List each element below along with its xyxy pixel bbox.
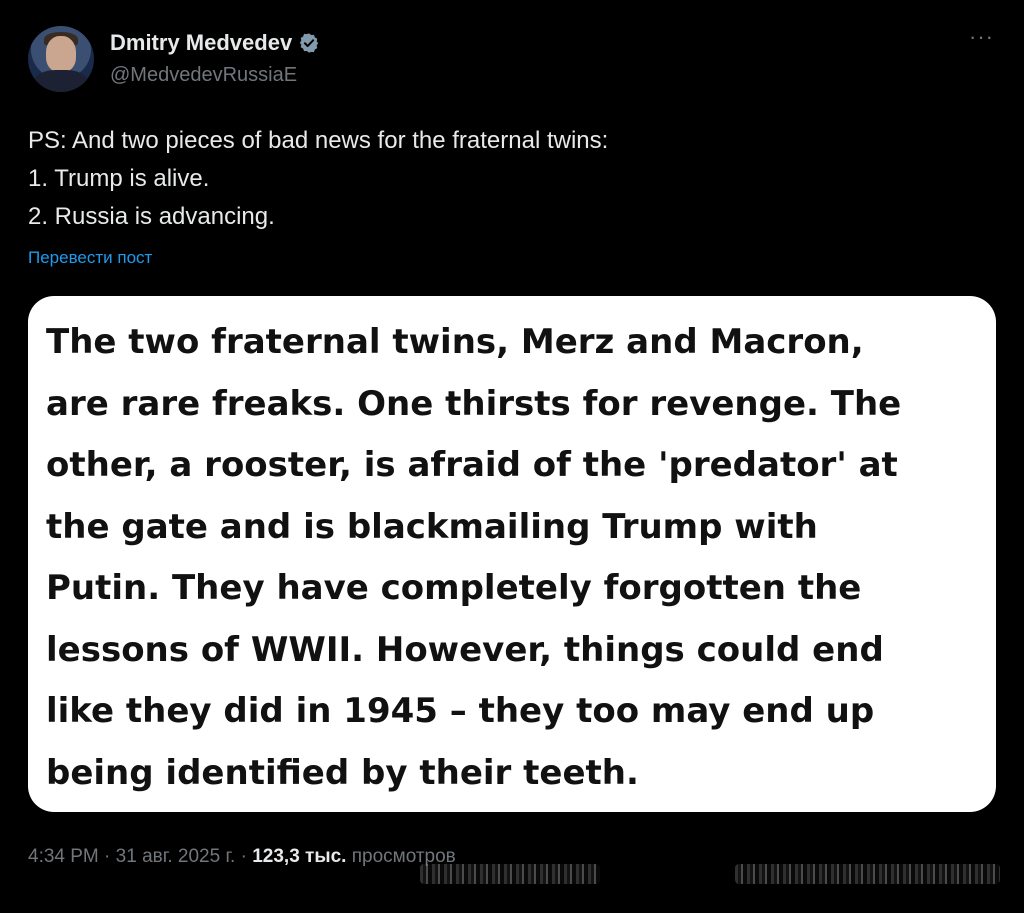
image-text-line: the gate and is blackmailing Trump with — [46, 506, 818, 547]
more-options-icon[interactable]: ··· — [969, 26, 994, 48]
avatar-face — [46, 36, 76, 72]
image-text-line: The two fraternal twins, Merz and Macron… — [46, 322, 864, 362]
author-name-row: Dmitry Medvedev — [110, 30, 320, 56]
post-date[interactable]: 31 авг. 2025 г. — [116, 846, 236, 867]
image-text-line: lessons of WWII. However, things could e… — [46, 629, 884, 670]
author-handle[interactable]: @MedvedevRussiaE — [110, 64, 297, 87]
image-text-line: like they did in 1945 – they too may end… — [46, 691, 875, 731]
author-display-name[interactable]: Dmitry Medvedev — [110, 30, 292, 56]
tweet: Dmitry Medvedev @MedvedevRussiaE ··· PS:… — [0, 0, 1024, 913]
avatar-suit — [34, 70, 88, 92]
image-text-line: Putin. They have completely forgotten th… — [46, 568, 862, 608]
views-count: 123,3 тыс. — [252, 846, 347, 867]
post-meta: 4:34 PM · 31 авг. 2025 г. · 123,3 тыс. п… — [28, 846, 456, 868]
translate-post-link[interactable]: Перевести пост — [28, 248, 152, 268]
post-image[interactable]: The two fraternal twins, Merz and Macron… — [28, 296, 996, 812]
image-text-line: being identified by their teeth. — [46, 752, 639, 793]
post-time[interactable]: 4:34 PM — [28, 846, 99, 867]
post-line: PS: And two pieces of bad news for the f… — [28, 127, 609, 154]
verified-badge-icon[interactable] — [298, 32, 320, 54]
image-text-line: other, a rooster, is afraid of the 'pred… — [46, 445, 898, 485]
post-text: PS: And two pieces of bad news for the f… — [28, 122, 988, 236]
watermark-noise — [420, 864, 600, 884]
meta-separator: · — [235, 846, 253, 867]
watermark-noise — [735, 864, 1000, 884]
meta-separator: · — [98, 846, 116, 867]
image-text: The two fraternal twins, Merz and Macron… — [46, 312, 986, 804]
image-text-line: are rare freaks. One thirsts for revenge… — [46, 383, 902, 424]
post-line: 2. Russia is advancing. — [28, 203, 275, 230]
post-line: 1. Trump is alive. — [28, 165, 210, 192]
profile-photo-icon[interactable] — [28, 26, 94, 92]
